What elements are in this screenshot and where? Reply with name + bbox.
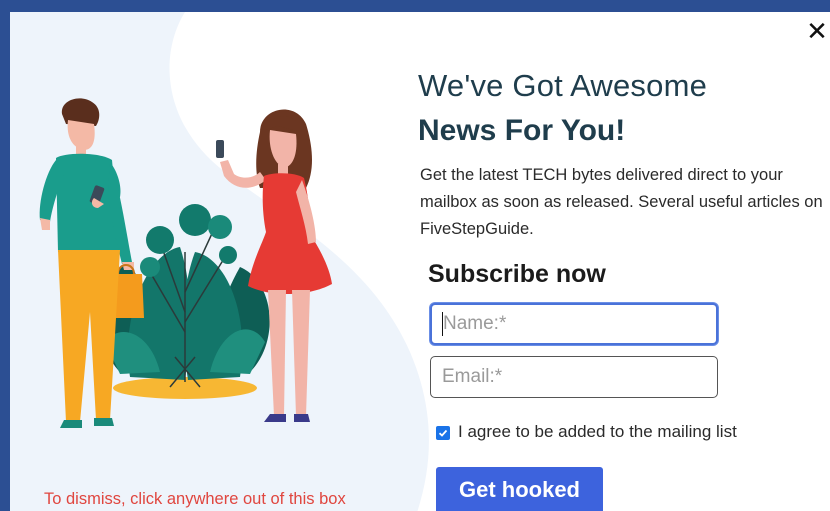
agree-checkbox[interactable]	[436, 426, 450, 440]
checkmark-icon	[438, 429, 448, 437]
name-field[interactable]	[430, 303, 718, 345]
heading-line2: News For You!	[418, 114, 626, 147]
description-text: Get the latest TECH bytes delivered dire…	[420, 166, 823, 238]
agree-label: I agree to be added to the mailing list	[458, 422, 737, 441]
subscribe-popup: ✕ We've Got Awesome News For You! Get th…	[10, 12, 830, 511]
man-figure	[39, 98, 144, 428]
subscribe-title: Subscribe now	[428, 260, 606, 288]
get-hooked-button[interactable]: Get hooked	[436, 467, 603, 511]
text-caret	[442, 312, 443, 336]
dismiss-hint: To dismiss, click anywhere out of this b…	[44, 490, 346, 508]
email-field[interactable]	[430, 356, 718, 398]
couple-illustration	[39, 98, 332, 428]
close-icon[interactable]: ✕	[806, 18, 828, 44]
heading-line1: We've Got Awesome	[418, 68, 708, 103]
agree-row: I agree to be added to the mailing list	[436, 422, 737, 442]
